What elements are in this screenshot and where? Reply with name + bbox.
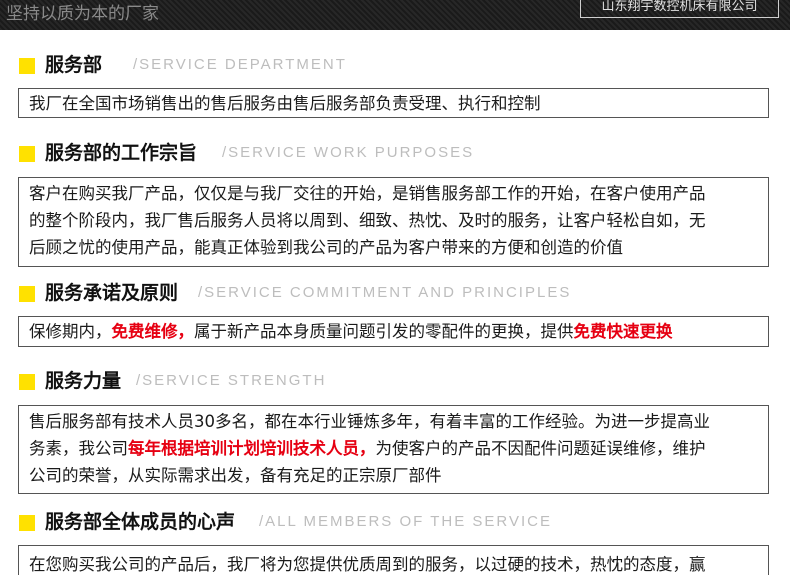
content-line: 售后服务部有技术人员30多名，都在本行业锤炼多年，有着丰富的工作经验。为进一步提… [29,412,710,431]
top-banner: 坚持以质为本的厂家 山东翔宇数控机床有限公司 [0,0,790,30]
section-strength: 服务力量 /SERVICE STRENGTH 售后服务部有技术人员30多名，都在… [18,368,771,494]
plain-text: 为使客户的产品不因配件问题延误维修，维护 [375,439,706,458]
section-service-department: 服务部 /SERVICE DEPARTMENT 我厂在全国市场销售出的售后服务由… [18,52,771,118]
section-title: 服务力量 [45,370,122,392]
section-heading: 服务部的工作宗旨 /SERVICE WORK PURPOSES [18,140,771,166]
section-heading: 服务力量 /SERVICE STRENGTH [18,368,771,394]
content-line: 在您购买我公司的产品后，我厂将为您提供优质周到的服务，以过硬的技术，热忱的态度，… [29,555,706,574]
section-subtitle: /SERVICE STRENGTH [136,372,327,389]
content-line: 后顾之忧的使用产品，能真正体验到我公司的产品为客户带来的方便和创造的价值 [29,238,623,257]
section-heading: 服务部全体成员的心声 /ALL MEMBERS OF THE SERVICE [18,509,771,535]
content-line: 我厂在全国市场销售出的售后服务由售后服务部负责受理、执行和控制 [29,94,541,113]
section-subtitle: /SERVICE COMMITMENT AND PRINCIPLES [198,284,572,301]
section-title: 服务部全体成员的心声 [45,511,236,533]
section-subtitle: /SERVICE WORK PURPOSES [222,144,475,161]
yellow-square-icon [19,58,35,74]
section-subtitle: /SERVICE DEPARTMENT [133,56,347,73]
yellow-square-icon [19,515,35,531]
section-content-box: 售后服务部有技术人员30多名，都在本行业锤炼多年，有着丰富的工作经验。为进一步提… [18,405,769,494]
section-title: 服务承诺及原则 [45,282,179,304]
section-title: 服务部 [45,54,103,76]
yellow-square-icon [19,374,35,390]
yellow-square-icon [19,286,35,302]
yellow-square-icon [19,146,35,162]
slogan-text: 坚持以质为本的厂家 [6,4,159,24]
plain-text: 务素，我公司 [29,439,128,458]
section-content-box: 在您购买我公司的产品后，我厂将为您提供优质周到的服务，以过硬的技术，热忱的态度，… [18,545,769,575]
content-line: 务素，我公司每年根据培训计划培训技术人员，为使客户的产品不因配件问题延误维修，维… [29,435,768,462]
section-title: 服务部的工作宗旨 [45,142,198,164]
emphasis-text: 免费维修， [111,322,195,341]
section-all-members: 服务部全体成员的心声 /ALL MEMBERS OF THE SERVICE 在… [18,509,771,575]
section-content-box: 客户在购买我厂产品，仅仅是与我厂交往的开始，是销售服务部工作的开始，在客户使用产… [18,177,769,267]
section-work-purposes: 服务部的工作宗旨 /SERVICE WORK PURPOSES 客户在购买我厂产… [18,140,771,267]
plain-text: 属于新产品本身质量问题引发的零配件的更换，提供 [194,322,574,341]
section-content-box: 保修期内，免费维修，属于新产品本身质量问题引发的零配件的更换，提供免费快速更换 [18,316,769,347]
emphasis-text: 每年根据培训计划培训技术人员， [128,439,376,458]
section-commitment: 服务承诺及原则 /SERVICE COMMITMENT AND PRINCIPL… [18,280,771,347]
content-line: 公司的荣誉，从实际需求出发，备有充足的正宗原厂部件 [29,466,442,485]
company-name-badge: 山东翔宇数控机床有限公司 [580,0,779,18]
plain-text: 保修期内， [29,322,112,341]
section-heading: 服务承诺及原则 /SERVICE COMMITMENT AND PRINCIPL… [18,280,771,306]
content-line: 的整个阶段内，我厂售后服务人员将以周到、细致、热忱、及时的服务，让客户轻松自如，… [29,211,706,230]
content-line: 客户在购买我厂产品，仅仅是与我厂交往的开始，是销售服务部工作的开始，在客户使用产… [29,184,706,203]
emphasis-text: 免费快速更换 [573,322,673,341]
section-subtitle: /ALL MEMBERS OF THE SERVICE [259,513,552,530]
content-line: 保修期内，免费维修，属于新产品本身质量问题引发的零配件的更换，提供免费快速更换 [29,318,768,345]
section-heading: 服务部 /SERVICE DEPARTMENT [18,52,771,78]
section-content-box: 我厂在全国市场销售出的售后服务由售后服务部负责受理、执行和控制 [18,88,769,118]
